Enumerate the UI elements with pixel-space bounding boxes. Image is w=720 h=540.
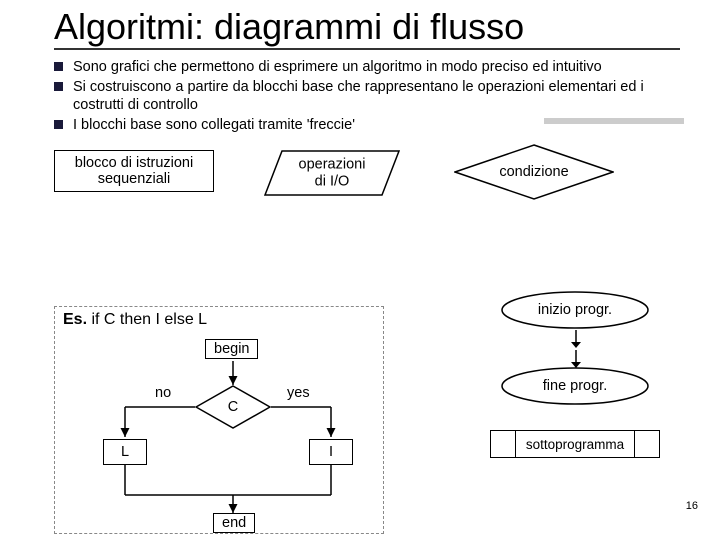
io-block: operazioni di I/O (264, 150, 400, 196)
start-label: inizio progr. (538, 302, 612, 318)
cond-node: C (195, 385, 271, 429)
io-block-label: operazioni di I/O (271, 157, 393, 190)
bullet-icon (54, 120, 63, 129)
condition-block-label: condizione (499, 164, 568, 180)
example-box: Es. if C then I else L b (54, 306, 384, 534)
end-arrow-icon (566, 350, 586, 370)
bullet-text: I blocchi base sono collegati tramite 'f… (73, 116, 355, 134)
bullet-item: Sono grafici che permettono di esprimere… (54, 58, 680, 76)
start-arrow-icon (566, 330, 586, 350)
bullet-text: Sono grafici che permettono di esprimere… (73, 58, 602, 76)
start-oval: inizio progr. (500, 290, 650, 330)
bullet-icon (54, 82, 63, 91)
subprogram-label: sottoprogramma (515, 431, 635, 457)
i-node: I (309, 439, 353, 465)
sequential-block: blocco di istruzioni sequenziali (54, 150, 214, 192)
title-shadow (544, 118, 684, 124)
block-types-row: blocco di istruzioni sequenziali operazi… (54, 144, 680, 216)
begin-node: begin (205, 339, 258, 359)
end-node: end (213, 513, 255, 533)
subprogram-block: sottoprogramma (490, 430, 660, 458)
no-label: no (155, 385, 171, 401)
l-node: L (103, 439, 147, 465)
yes-label: yes (287, 385, 310, 401)
example-text: if C then I else L (87, 311, 207, 328)
example-title: Es. if C then I else L (55, 307, 383, 331)
flow-arrows (55, 335, 385, 535)
flowchart: begin C no yes L I end (55, 335, 383, 535)
bullet-icon (54, 62, 63, 71)
example-prefix: Es. (63, 311, 87, 328)
cond-label: C (228, 399, 238, 415)
end-label: fine progr. (543, 378, 608, 394)
bullet-text: Si costruiscono a partire da blocchi bas… (73, 78, 680, 114)
end-oval: fine progr. (500, 366, 650, 406)
page-number: 16 (686, 500, 698, 512)
condition-block: condizione (454, 144, 614, 200)
page-title: Algoritmi: diagrammi di flusso (0, 0, 720, 46)
bullet-item: Si costruiscono a partire da blocchi bas… (54, 78, 680, 114)
title-underline (54, 48, 680, 50)
